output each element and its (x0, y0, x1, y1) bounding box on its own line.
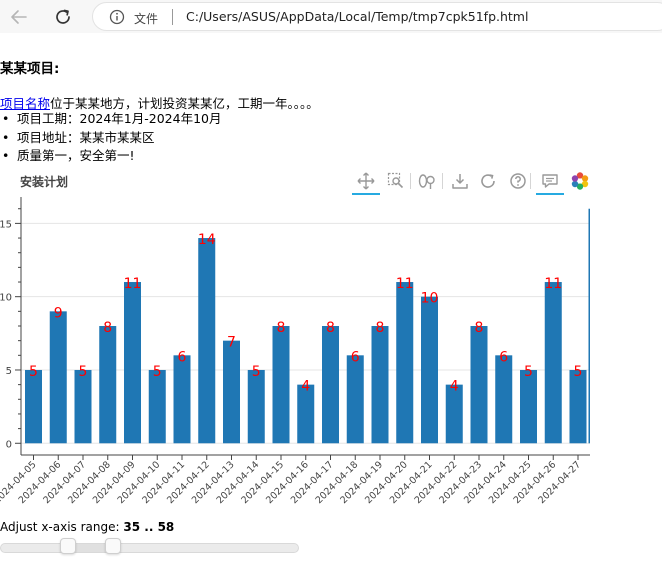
x-range-slider-end-handle[interactable] (105, 538, 121, 554)
y-tick-label: 10 (0, 293, 12, 304)
data-label: 11 (124, 276, 142, 292)
bokeh-logo-icon (571, 172, 589, 190)
y-tick-label: 5 (6, 366, 12, 377)
bar (346, 355, 364, 444)
y-tick-label: 15 (0, 219, 12, 230)
address-separator (172, 9, 173, 25)
partial-bar (588, 208, 590, 444)
data-label: 5 (79, 364, 88, 380)
save-icon (452, 174, 468, 189)
help-icon (510, 173, 526, 189)
bar (421, 296, 438, 444)
list-item: 质量第一，安全第一! (0, 147, 222, 166)
wheel-zoom-icon (418, 174, 435, 189)
bar (272, 326, 290, 444)
x-range-slider-start-handle[interactable] (60, 538, 76, 554)
data-label: 14 (198, 232, 216, 248)
data-label: 4 (301, 379, 310, 395)
bokeh-logo-link[interactable] (568, 170, 592, 192)
reload-button[interactable] (52, 6, 74, 28)
data-label: 4 (450, 379, 459, 395)
box-zoom-icon (387, 172, 404, 189)
bar (223, 340, 240, 444)
project-name-link[interactable]: 项目名称 (0, 96, 50, 111)
data-label: 7 (227, 335, 236, 351)
data-label: 5 (252, 364, 261, 380)
data-label: 8 (277, 320, 286, 336)
wheel-zoom-tool-button[interactable] (416, 170, 440, 192)
toolbar-divider (530, 173, 531, 189)
bar (495, 355, 513, 444)
hover-icon (542, 174, 558, 188)
data-label: 9 (54, 305, 63, 321)
bar (124, 282, 141, 444)
data-label: 5 (574, 364, 583, 380)
info-icon[interactable] (109, 9, 125, 29)
intro-text: 位于某某地方，计划投资某某亿，工期一年。。。。 (50, 96, 319, 111)
bar (322, 326, 339, 444)
bar (99, 326, 117, 444)
data-label: 5 (29, 364, 38, 380)
bar (544, 282, 562, 444)
bar (148, 369, 166, 444)
data-label: 6 (499, 349, 508, 365)
reset-icon (481, 174, 495, 188)
data-label: 11 (396, 276, 414, 292)
bar (470, 326, 488, 444)
reset-tool-button[interactable] (476, 170, 500, 192)
bar (49, 311, 67, 444)
back-button[interactable] (8, 6, 30, 28)
info-list: 项目工期：2024年1月-2024年10月 项目地址：某某市某某区 质量第一，安… (0, 110, 222, 166)
data-label: 6 (178, 349, 187, 365)
url-text[interactable]: C:/Users/ASUS/AppData/Local/Temp/tmp7cpk… (186, 9, 528, 24)
x-range-slider-track[interactable] (0, 543, 299, 553)
pan-icon (357, 172, 375, 190)
slider-label-text: Adjust x-axis range: (0, 520, 120, 534)
bar (247, 369, 265, 444)
box-zoom-tool-button[interactable] (384, 170, 408, 192)
browser-toolbar: 文件 C:/Users/ASUS/AppData/Local/Temp/tmp7… (0, 0, 662, 33)
bar (569, 369, 587, 444)
pan-tool-button[interactable] (352, 170, 380, 195)
slider-label: Adjust x-axis range: 35 .. 58 (0, 520, 174, 534)
toolbar-divider (442, 173, 443, 189)
save-tool-button[interactable] (448, 170, 472, 192)
data-label: 8 (376, 320, 385, 336)
data-label: 5 (524, 364, 533, 380)
data-label: 10 (421, 291, 439, 307)
data-label: 5 (153, 364, 162, 380)
data-label: 8 (326, 320, 335, 336)
back-arrow-icon (11, 10, 27, 24)
bar (396, 282, 414, 444)
list-item: 项目工期：2024年1月-2024年10月 (0, 110, 222, 129)
data-label: 6 (351, 349, 360, 365)
bar-chart[interactable]: 5958115614758486811104865115 0510152024-… (0, 195, 600, 520)
file-scheme-label: 文件 (134, 12, 159, 26)
bar (371, 326, 389, 444)
help-tool-button[interactable] (506, 170, 530, 192)
bar (520, 369, 537, 444)
y-tick-label: 0 (6, 439, 12, 450)
chart-title: 安装计划 (20, 175, 69, 189)
data-label: 8 (475, 320, 484, 336)
hover-tool-button[interactable] (536, 170, 564, 195)
address-bar[interactable]: 文件 C:/Users/ASUS/AppData/Local/Temp/tmp7… (92, 2, 662, 31)
slider-value: 35 .. 58 (123, 520, 175, 534)
toolbar-divider (410, 173, 411, 189)
data-label: 11 (544, 276, 562, 292)
reload-icon (56, 9, 70, 24)
bar (74, 369, 92, 444)
list-item: 项目地址：某某市某某区 (0, 129, 222, 148)
data-label: 8 (103, 320, 112, 336)
bar (198, 238, 216, 444)
page-title: 某某项目: (0, 61, 60, 77)
bar (25, 369, 42, 444)
bar (173, 355, 191, 444)
